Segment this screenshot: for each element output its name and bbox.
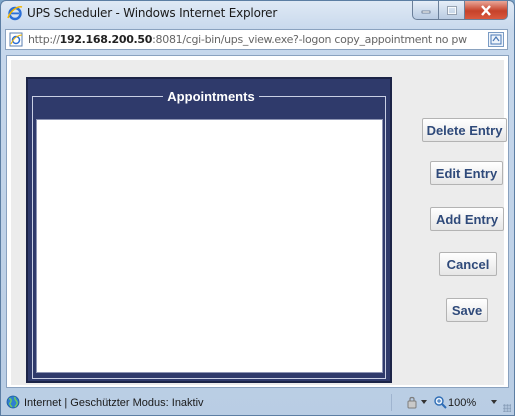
edit-entry-button[interactable]: Edit Entry [430,161,503,185]
page-background: Appointments Delete Entry Edit Entry Add… [11,60,507,385]
maximize-button[interactable] [439,1,465,20]
zoom-icon[interactable] [433,395,447,409]
browser-window: UPS Scheduler - Windows Internet Explore… [0,0,515,416]
minimize-button[interactable] [412,1,439,20]
lock-icon[interactable] [405,395,419,409]
url-rest: :8081/cgi-bin/ups_view.exe?-logon copy_a… [152,33,467,46]
delete-entry-button[interactable]: Delete Entry [422,118,507,142]
add-entry-button[interactable]: Add Entry [430,207,504,231]
address-url[interactable]: http://192.168.200.50:8081/cgi-bin/ups_v… [28,33,467,46]
window-controls [412,1,508,21]
ie-logo-icon [7,6,23,21]
window-title: UPS Scheduler - Windows Internet Explore… [27,6,278,20]
cancel-button[interactable]: Cancel [439,252,497,276]
zoom-dropdown-arrow-icon[interactable] [491,400,497,404]
zoom-level[interactable]: 100% [448,397,476,409]
globe-icon [6,395,20,409]
security-dropdown-arrow-icon[interactable] [421,400,427,404]
title-bar[interactable]: UPS Scheduler - Windows Internet Explore… [1,1,514,25]
close-button[interactable] [465,1,508,20]
appointments-panel: Appointments [26,77,392,383]
appointments-title: Appointments [163,89,259,104]
appointments-list[interactable] [36,119,383,373]
minimize-icon [421,10,430,14]
resize-grip[interactable] [503,404,511,412]
save-button[interactable]: Save [446,298,488,322]
status-text: Internet | Geschützter Modus: Inaktiv [24,397,204,409]
appointments-legend: Appointments [28,88,394,106]
maximize-icon [446,5,457,15]
url-prefix: http:// [28,33,60,46]
address-bar[interactable]: http://192.168.200.50:8081/cgi-bin/ups_v… [5,29,508,50]
close-icon [481,4,491,16]
status-bar: Internet | Geschützter Modus: Inaktiv 10… [1,391,514,415]
status-separator [391,394,392,411]
page-content: Appointments Delete Entry Edit Entry Add… [6,55,509,388]
compat-view-icon [490,34,502,45]
url-host: 192.168.200.50 [59,33,153,46]
compat-view-button[interactable] [488,32,504,47]
page-icon [9,32,23,47]
